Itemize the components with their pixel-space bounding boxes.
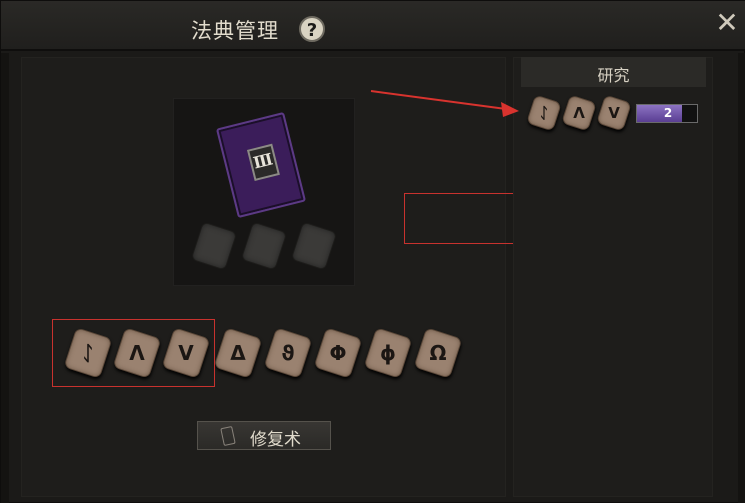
codex-window: 法典管理 ? ✕ Ⅲ ᛇ Λ V Δ ϑ Φ ɸ Ω 修复术 研究 ᛇ Λ V … xyxy=(0,0,745,503)
annotation-arrow-head xyxy=(501,102,519,117)
annotation-arrow-line xyxy=(370,90,507,110)
annotation-arrow xyxy=(370,90,519,117)
